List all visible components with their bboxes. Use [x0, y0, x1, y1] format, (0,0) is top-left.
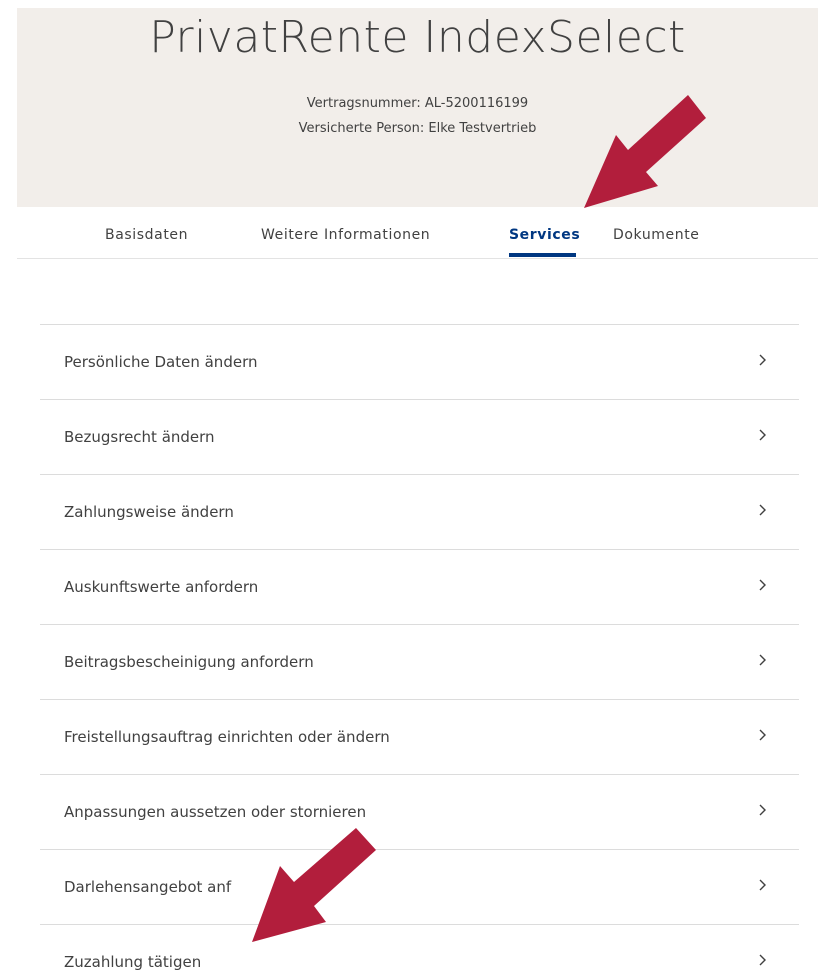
chevron-right-icon — [759, 429, 766, 441]
chevron-right-icon — [759, 654, 766, 666]
service-row-freistellungsauftrag[interactable]: Freistellungsauftrag einrichten oder änd… — [40, 700, 799, 775]
service-row-anpassungen[interactable]: Anpassungen aussetzen oder stornieren — [40, 775, 799, 850]
page: PrivatRente IndexSelect Vertragsnummer: … — [0, 0, 818, 972]
chevron-right-icon — [759, 879, 766, 891]
tab-dokumente[interactable]: Dokumente — [613, 227, 700, 243]
service-row-darlehensangebot[interactable]: Darlehensangebot anf — [40, 850, 799, 925]
service-row-persoenliche-daten[interactable]: Persönliche Daten ändern — [40, 325, 799, 400]
service-row-label: Darlehensangebot anf — [64, 878, 232, 896]
insured-person: Versicherte Person: Elke Testvertrieb — [298, 121, 537, 136]
chevron-right-icon — [759, 954, 766, 966]
service-row-beitragsbescheinigung[interactable]: Beitragsbescheinigung anfordern — [40, 625, 799, 700]
tab-services[interactable]: Services — [509, 227, 580, 243]
service-row-bezugsrecht[interactable]: Bezugsrecht ändern — [40, 400, 799, 475]
chevron-right-icon — [759, 804, 766, 816]
service-list: Persönliche Daten ändern Bezugsrecht änd… — [40, 324, 799, 972]
service-row-label: Zuzahlung tätigen — [64, 953, 202, 971]
tab-bar: Basisdaten Weitere Informationen Service… — [17, 207, 818, 259]
service-row-zahlungsweise[interactable]: Zahlungsweise ändern — [40, 475, 799, 550]
active-tab-indicator — [509, 253, 576, 257]
chevron-right-icon — [759, 504, 766, 516]
service-row-label: Persönliche Daten ändern — [64, 353, 258, 371]
service-row-label: Zahlungsweise ändern — [64, 503, 234, 521]
service-row-label: Bezugsrecht ändern — [64, 428, 215, 446]
chevron-right-icon — [759, 729, 766, 741]
tab-basisdaten[interactable]: Basisdaten — [105, 227, 188, 243]
service-row-label: Freistellungsauftrag einrichten oder änd… — [64, 728, 390, 746]
service-row-zuzahlung[interactable]: Zuzahlung tätigen — [40, 925, 799, 972]
chevron-right-icon — [759, 354, 766, 366]
service-row-auskunftswerte[interactable]: Auskunftswerte anfordern — [40, 550, 799, 625]
page-title: PrivatRente IndexSelect — [149, 12, 686, 63]
service-row-label: Anpassungen aussetzen oder stornieren — [64, 803, 367, 821]
contract-number: Vertragsnummer: AL-5200116199 — [306, 96, 529, 111]
service-row-label: Beitragsbescheinigung anfordern — [64, 653, 314, 671]
tab-weitere-informationen[interactable]: Weitere Informationen — [261, 227, 430, 243]
chevron-right-icon — [759, 579, 766, 591]
service-row-label: Auskunftswerte anfordern — [64, 578, 259, 596]
contract-header: PrivatRente IndexSelect Vertragsnummer: … — [17, 8, 818, 207]
